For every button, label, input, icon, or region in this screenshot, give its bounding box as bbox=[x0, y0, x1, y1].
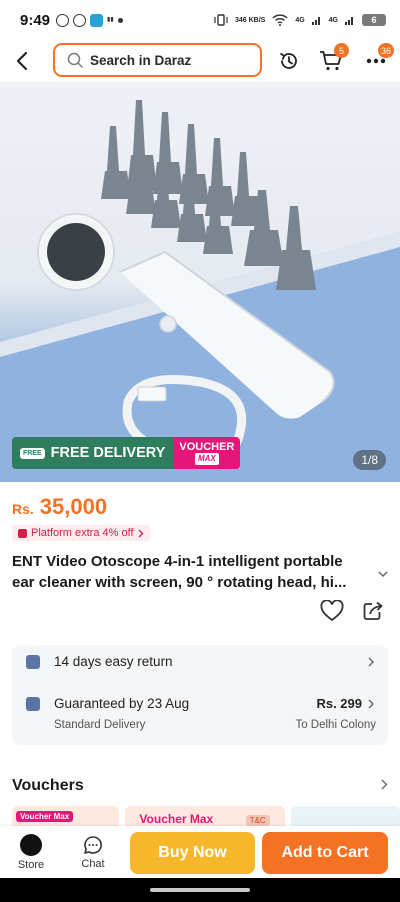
buy-now-button[interactable]: Buy Now bbox=[130, 832, 255, 874]
signal-icon-1 bbox=[311, 17, 320, 25]
cart-button[interactable]: 5 bbox=[317, 43, 349, 75]
platform-offer-text: Platform extra 4% off bbox=[31, 527, 134, 539]
search-input[interactable]: Search in Daraz bbox=[53, 43, 262, 77]
vibrate-icon bbox=[214, 14, 228, 26]
product-actions bbox=[320, 599, 384, 627]
chevron-right-icon bbox=[368, 657, 374, 666]
heart-icon bbox=[320, 599, 344, 622]
delivery-info-card: 14 days easy return Guaranteed by 23 Aug… bbox=[12, 645, 388, 745]
product-photo bbox=[0, 100, 400, 482]
cart-badge: 5 bbox=[334, 43, 349, 58]
product-title: ENT Video Otoscope 4-in-1 intelligent po… bbox=[12, 553, 347, 591]
voucher-card[interactable] bbox=[290, 806, 400, 828]
price-section: Rs. 35,000 Platform extra 4% off bbox=[12, 494, 388, 543]
back-button[interactable] bbox=[0, 40, 44, 82]
terms-tag: T&C bbox=[245, 815, 270, 826]
voucher-max-badge: VOUCHER MAX bbox=[173, 437, 241, 469]
return-policy-text: 14 days easy return bbox=[54, 654, 173, 669]
voucher-max-label: Voucher Max bbox=[139, 812, 214, 826]
delivery-guarantee-row[interactable]: Guaranteed by 23 Aug Rs. 299 bbox=[12, 696, 388, 711]
status-notifications: ▮▮ bbox=[56, 13, 123, 27]
store-label: Store bbox=[17, 858, 45, 871]
bottom-action-bar: Store Chat Buy Now Add to Cart bbox=[0, 826, 400, 878]
price-currency: Rs. bbox=[12, 501, 34, 517]
chat-button[interactable]: Chat bbox=[62, 835, 124, 870]
app-notification-text-icon: ▮▮ bbox=[107, 17, 114, 23]
signal-icon-2 bbox=[345, 17, 353, 25]
chat-icon bbox=[84, 835, 102, 854]
delivery-destination: To Delhi Colony bbox=[295, 719, 376, 731]
delivery-truck-icon: FREE bbox=[20, 447, 45, 459]
price-amount: 35,000 bbox=[39, 494, 108, 519]
platform-offer-tag[interactable]: Platform extra 4% off bbox=[12, 525, 150, 541]
app-notification-icon bbox=[90, 13, 104, 27]
chevron-down-icon bbox=[378, 571, 388, 578]
share-icon bbox=[363, 601, 383, 620]
voucher-badge-label: VOUCHER bbox=[179, 441, 235, 453]
system-navigation-bar bbox=[0, 878, 400, 902]
free-delivery-banner: FREE FREE DELIVERY VOUCHER MAX bbox=[12, 437, 241, 469]
image-counter: 1/8 bbox=[353, 450, 386, 470]
delivery-icon bbox=[26, 696, 40, 711]
shield-icon bbox=[26, 654, 40, 669]
voucher-badge-max: MAX bbox=[194, 453, 219, 465]
history-button[interactable] bbox=[275, 47, 303, 75]
home-gesture-handle[interactable] bbox=[150, 888, 250, 892]
more-icon bbox=[366, 58, 386, 64]
chevron-right-icon bbox=[381, 779, 388, 790]
return-policy-row[interactable]: 14 days easy return bbox=[12, 654, 388, 669]
status-time: 9:49 bbox=[20, 11, 51, 29]
price: Rs. 35,000 bbox=[12, 494, 388, 520]
more-badge: 36 bbox=[377, 43, 394, 58]
search-icon bbox=[67, 52, 83, 68]
expand-title-button[interactable] bbox=[378, 565, 388, 583]
whatsapp-icon bbox=[56, 13, 70, 27]
battery-icon: 6 bbox=[362, 14, 386, 26]
top-header: Search in Daraz 5 36 bbox=[0, 40, 400, 82]
wifi-icon bbox=[272, 14, 288, 26]
store-button[interactable]: Store bbox=[0, 833, 62, 871]
voucher-card[interactable]: Voucher Max bbox=[12, 806, 120, 828]
voucher-max-tag: Voucher Max bbox=[16, 811, 74, 822]
chevron-right-icon bbox=[138, 529, 143, 537]
history-icon bbox=[280, 52, 297, 69]
more-button[interactable]: 36 bbox=[362, 43, 394, 75]
network-type-1: 4G bbox=[295, 16, 305, 24]
free-delivery-badge: FREE FREE DELIVERY bbox=[12, 437, 174, 469]
network-type-2: 4G bbox=[328, 16, 338, 24]
search-placeholder: Search in Daraz bbox=[90, 52, 192, 68]
voucher-card[interactable]: Voucher Max T&C bbox=[125, 806, 285, 828]
coupon-icon bbox=[18, 528, 27, 538]
network-speed: 346 KB/S bbox=[234, 16, 266, 24]
chat-label: Chat bbox=[81, 857, 105, 870]
back-arrow-icon bbox=[16, 51, 28, 71]
store-logo-icon bbox=[20, 833, 42, 856]
delivery-type: Standard Delivery bbox=[54, 719, 146, 731]
notification-dot-icon bbox=[117, 17, 123, 23]
delivery-guarantee-text: Guaranteed by 23 Aug bbox=[54, 696, 190, 711]
status-system-icons: 346 KB/S 4G 4G 6 bbox=[214, 14, 386, 26]
wishlist-button[interactable] bbox=[320, 599, 344, 627]
vouchers-title: Vouchers bbox=[12, 777, 84, 794]
status-bar: 9:49 ▮▮ 346 KB/S 4G 4G 6 bbox=[0, 0, 400, 40]
whatsapp-business-icon bbox=[73, 13, 87, 27]
delivery-fee: Rs. 299 bbox=[316, 696, 362, 711]
chevron-right-icon bbox=[368, 699, 374, 708]
share-button[interactable] bbox=[362, 600, 384, 627]
voucher-cards: Voucher Max Voucher Max T&C bbox=[12, 806, 400, 828]
vouchers-header[interactable]: Vouchers bbox=[12, 777, 388, 795]
product-image-carousel[interactable]: FREE FREE DELIVERY VOUCHER MAX 1/8 bbox=[0, 82, 400, 482]
add-to-cart-button[interactable]: Add to Cart bbox=[262, 832, 388, 874]
free-delivery-label: FREE DELIVERY bbox=[50, 445, 166, 461]
